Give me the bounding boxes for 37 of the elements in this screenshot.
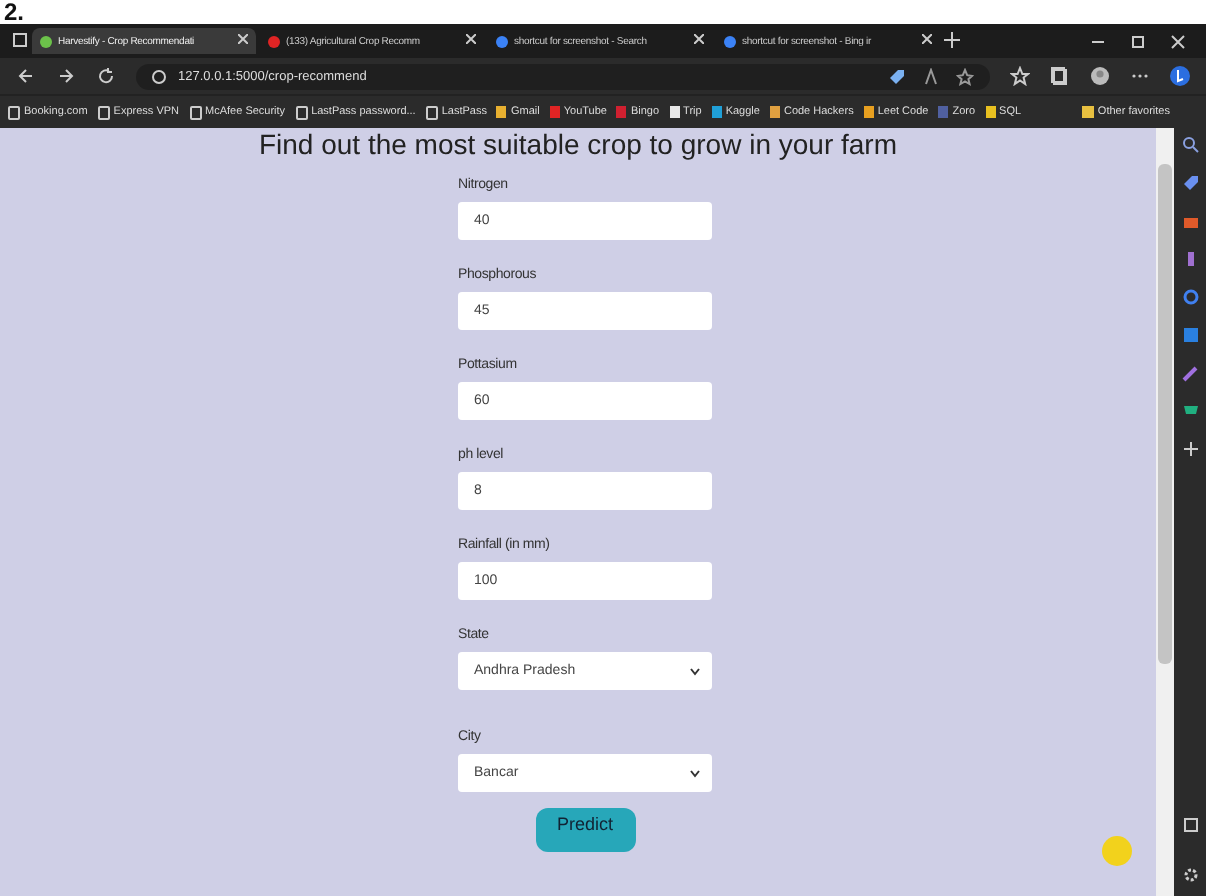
page-icon xyxy=(97,105,110,119)
close-icon[interactable] xyxy=(1170,33,1186,49)
document-label: 2. xyxy=(4,0,25,24)
close-icon[interactable] xyxy=(466,34,476,48)
page-icon xyxy=(295,105,308,119)
collections-icon[interactable] xyxy=(1050,66,1070,86)
close-icon[interactable] xyxy=(238,34,248,48)
favorite-icon[interactable] xyxy=(956,67,974,85)
new-tab-icon[interactable] xyxy=(944,31,960,51)
forward-icon[interactable] xyxy=(56,66,76,86)
page-icon xyxy=(189,105,202,119)
favorites-icon[interactable] xyxy=(1010,66,1030,86)
scrollbar-thumb[interactable] xyxy=(1158,164,1172,664)
refresh-icon[interactable] xyxy=(96,66,116,86)
page-icon xyxy=(425,105,438,119)
caret-icon xyxy=(690,769,700,777)
close-icon[interactable] xyxy=(694,34,704,48)
settings-icon[interactable] xyxy=(1181,866,1199,884)
page-icon xyxy=(8,105,20,119)
profile-icon[interactable] xyxy=(1090,66,1110,86)
back-icon[interactable] xyxy=(16,66,36,86)
circle-icon[interactable] xyxy=(1181,288,1199,306)
info-icon xyxy=(152,69,166,83)
restore-icon[interactable] xyxy=(1130,33,1146,49)
search-icon[interactable] xyxy=(1181,136,1199,154)
pen-icon[interactable] xyxy=(1181,364,1199,382)
panel-icon[interactable] xyxy=(1181,816,1199,834)
tab-actions-icon[interactable] xyxy=(12,31,28,51)
tag-icon[interactable] xyxy=(1181,174,1199,192)
add-icon[interactable] xyxy=(1181,440,1199,458)
tag-icon[interactable] xyxy=(888,67,906,85)
bing-icon[interactable] xyxy=(1170,66,1190,86)
caret-icon xyxy=(690,667,700,675)
close-icon[interactable] xyxy=(922,34,932,48)
page-heading: Find out the most suitable crop to grow in your farm xyxy=(256,128,900,160)
folder-icon xyxy=(1081,106,1094,118)
predict-button[interactable]: Predict xyxy=(535,808,635,852)
